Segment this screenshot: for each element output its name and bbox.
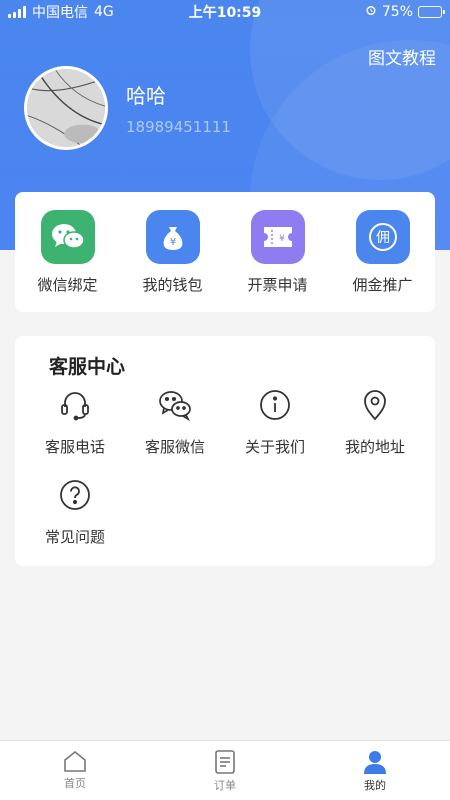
quick-label: 微信绑定 <box>37 276 98 294</box>
alarm-icon <box>365 4 377 20</box>
avatar[interactable] <box>24 66 108 150</box>
tab-mine[interactable]: 我的 <box>300 741 450 800</box>
wechat-icon <box>40 210 95 264</box>
quick-label: 开票申请 <box>247 276 308 294</box>
carrier-label: 中国电信 <box>32 5 88 21</box>
wechat-bind-button[interactable]: 微信绑定 <box>18 210 118 295</box>
wallet-button[interactable]: ¥ 我的钱包 <box>123 210 223 295</box>
money-bag-icon: ¥ <box>145 210 200 264</box>
location-pin-icon <box>358 388 392 422</box>
quick-actions-card: 微信绑定 ¥ 我的钱包 ¥ 开票申请 佣 佣金推广 <box>15 192 435 312</box>
headset-icon <box>58 388 92 422</box>
quick-label: 佣金推广 <box>352 276 413 294</box>
tab-orders[interactable]: 订单 <box>150 741 300 800</box>
service-label: 客服电话 <box>44 438 105 456</box>
tab-label: 订单 <box>214 779 236 792</box>
user-phone: 18989451111 <box>126 118 231 136</box>
status-bar: 中国电信 4G 上午10:59 75% <box>0 0 450 24</box>
svg-text:¥: ¥ <box>279 234 285 244</box>
wechat-outline-icon <box>158 388 192 422</box>
quick-label: 我的钱包 <box>142 276 203 294</box>
tutorial-link[interactable]: 图文教程 <box>368 44 436 69</box>
tab-label: 首页 <box>64 777 86 790</box>
avatar-image <box>27 69 105 147</box>
invoice-button[interactable]: ¥ 开票申请 <box>228 210 328 295</box>
invoice-icon: ¥ <box>250 210 305 264</box>
tab-home[interactable]: 首页 <box>0 741 150 800</box>
signal-icon <box>8 6 26 18</box>
battery-percent: 75% <box>381 4 413 20</box>
network-label: 4G <box>94 4 114 20</box>
svg-text:¥: ¥ <box>169 237 175 248</box>
order-icon <box>215 750 235 774</box>
commission-button[interactable]: 佣 佣金推广 <box>333 210 433 295</box>
my-address-button[interactable]: 我的地址 <box>325 388 425 478</box>
bottom-tab-bar: 首页 订单 我的 <box>0 740 450 800</box>
faq-button[interactable]: 常见问题 <box>25 478 125 568</box>
about-us-button[interactable]: 关于我们 <box>225 388 325 478</box>
service-title: 客服中心 <box>49 356 126 378</box>
service-label: 我的地址 <box>344 438 405 456</box>
user-icon <box>364 751 386 774</box>
user-name: 哈哈 <box>126 84 166 108</box>
service-center-card: 客服中心 客服电话 客服微信 关于我们 我的地址 常见问题 <box>15 336 435 566</box>
service-label: 常见问题 <box>44 528 105 546</box>
service-phone-button[interactable]: 客服电话 <box>25 388 125 478</box>
svg-text:佣: 佣 <box>376 230 390 246</box>
tab-label: 我的 <box>364 779 386 792</box>
service-wechat-button[interactable]: 客服微信 <box>125 388 225 478</box>
service-label: 关于我们 <box>244 438 305 456</box>
question-icon <box>58 478 92 512</box>
info-icon <box>258 388 292 422</box>
service-label: 客服微信 <box>144 438 205 456</box>
battery-icon <box>418 6 445 18</box>
home-icon <box>64 750 86 772</box>
commission-icon: 佣 <box>355 210 410 264</box>
